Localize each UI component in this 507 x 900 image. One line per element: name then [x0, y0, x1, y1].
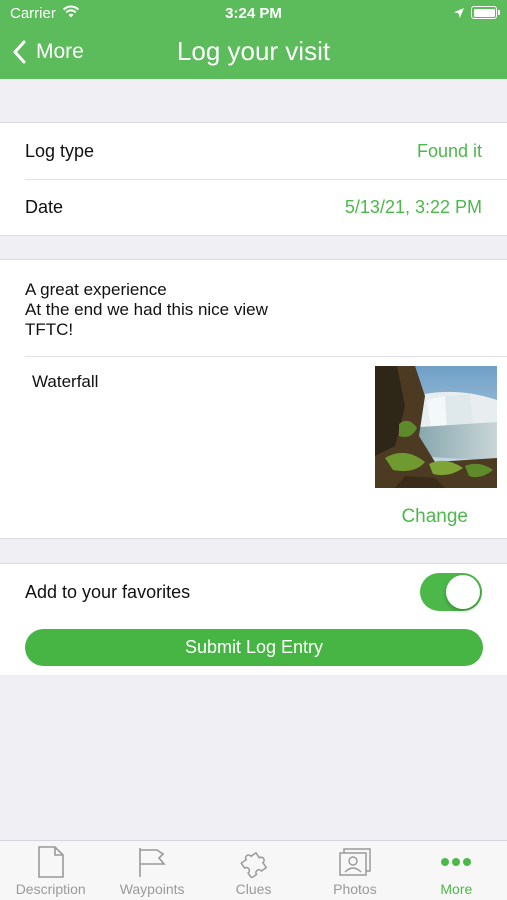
status-bar: Carrier 3:24 PM	[0, 0, 507, 28]
more-dots-icon	[440, 841, 472, 879]
photo-row: Waterfall Change	[0, 356, 507, 542]
log-type-row[interactable]: Log type Found it	[0, 123, 507, 179]
location-arrow-icon	[453, 6, 465, 23]
toggle-knob	[446, 575, 480, 609]
tab-description[interactable]: Description	[0, 841, 101, 900]
document-icon	[37, 841, 65, 879]
waterfall-photo[interactable]	[375, 366, 497, 488]
tab-label: Waypoints	[119, 881, 185, 897]
tab-label: Photos	[333, 881, 377, 897]
tab-clues[interactable]: Clues	[203, 841, 304, 900]
navigation-header: Carrier 3:24 PM More Log your visit	[0, 0, 507, 79]
photo-caption[interactable]: Waterfall	[32, 372, 98, 392]
log-text-line: A great experience	[25, 280, 167, 299]
tab-label: More	[440, 881, 473, 897]
submit-section: Add to your favorites Submit Log Entry	[0, 563, 507, 675]
flag-icon	[137, 841, 167, 879]
battery-icon	[471, 6, 500, 19]
tab-photos[interactable]: Photos	[304, 841, 405, 900]
photos-icon	[338, 841, 372, 879]
clock: 3:24 PM	[225, 5, 282, 22]
change-photo-button[interactable]: Change	[0, 506, 468, 528]
puzzle-icon	[238, 841, 270, 879]
submit-log-button[interactable]: Submit Log Entry	[25, 629, 483, 666]
tab-waypoints[interactable]: Waypoints	[101, 841, 202, 900]
date-value[interactable]: 5/13/21, 3:22 PM	[345, 197, 482, 218]
log-text-field[interactable]: A great experience At the end we had thi…	[0, 260, 507, 356]
log-content-section: A great experience At the end we had thi…	[0, 259, 507, 539]
favorites-label: Add to your favorites	[25, 581, 191, 602]
tab-label: Clues	[235, 881, 272, 897]
favorites-toggle[interactable]	[420, 573, 482, 611]
tab-bar: Description Waypoints Clues Photos More	[0, 840, 507, 900]
log-text-line: At the end we had this nice view	[25, 300, 268, 319]
log-details-section: Log type Found it Date 5/13/21, 3:22 PM	[0, 122, 507, 236]
favorites-row: Add to your favorites	[0, 564, 507, 620]
page-title: Log your visit	[176, 36, 331, 66]
log-type-label: Log type	[25, 140, 95, 161]
log-type-value[interactable]: Found it	[417, 141, 482, 162]
tab-more[interactable]: More	[406, 841, 507, 900]
date-label: Date	[25, 196, 64, 217]
date-row[interactable]: Date 5/13/21, 3:22 PM	[0, 179, 507, 235]
log-text-line: TFTC!	[25, 320, 74, 339]
tab-label: Description	[15, 881, 86, 897]
